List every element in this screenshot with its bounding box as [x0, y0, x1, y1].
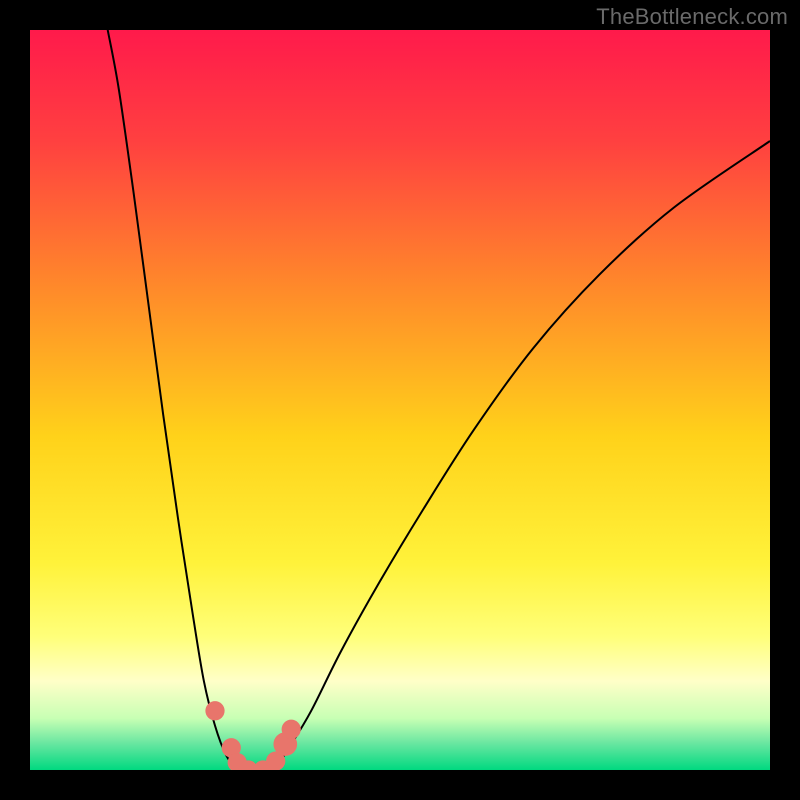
plot-background	[30, 30, 770, 770]
chart-frame: TheBottleneck.com	[0, 0, 800, 800]
data-marker	[282, 720, 301, 739]
plot-area	[30, 30, 770, 770]
data-marker	[205, 701, 224, 720]
chart-svg	[30, 30, 770, 770]
watermark-text: TheBottleneck.com	[596, 4, 788, 30]
